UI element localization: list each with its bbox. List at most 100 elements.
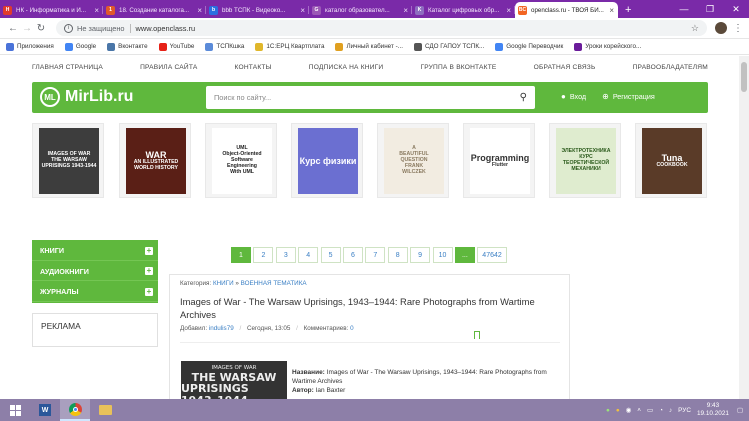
info-icon[interactable]: i [64,23,73,33]
bookmark-item[interactable]: ТСПКшка [205,42,244,51]
maximize-button[interactable]: ❐ [697,4,723,15]
close-window-button[interactable]: ✕ [723,4,749,15]
book-cover-card[interactable]: ЭЛЕКТРОТЕХНИКА КУРС ТЕОРЕТИЧЕСКОЙ МЕХАНИКИ [549,123,621,198]
book-cover-card[interactable]: Курс физики [291,123,363,198]
plus-icon[interactable]: + [145,267,153,275]
bookmark-item[interactable]: Вконтакте [107,42,148,51]
network-icon[interactable]: ◔ [659,407,663,414]
bookmark-item[interactable]: Личный кабинет -... [335,42,403,51]
search-input[interactable]: Поиск по сайту... [214,93,271,102]
side-menu-item[interactable]: АУДИОКНИГИ + [32,262,158,281]
plus-icon[interactable]: + [145,287,153,296]
back-icon[interactable]: ← [6,23,20,34]
browser-tab[interactable]: BC openclass.ru - ТВОЯ БИ... × [515,2,618,18]
top-nav-link[interactable]: ПРАВИЛА САЙТА [140,64,197,71]
volume-icon[interactable]: ♪ [669,407,672,414]
browser-tab[interactable]: 1 18. Создание каталога... × [103,2,206,18]
close-tab-icon[interactable]: × [609,6,614,15]
book-cover-card[interactable]: A BEAUTIFUL QUESTION FRANK WILCZEK [377,123,449,198]
browser-tab[interactable]: Н НК - Информатика и И... × [0,2,103,18]
article-title[interactable]: Images of War - The Warsaw Uprisings, 19… [180,295,560,321]
book-cover-card[interactable]: Programming Flutter [463,123,535,198]
page-link[interactable]: 4 [298,247,319,263]
tray-app-icon[interactable]: ● [606,407,610,414]
page-link[interactable]: ... [454,247,475,263]
taskbar-explorer-icon[interactable] [90,399,120,421]
menu-kebab-icon[interactable]: ⋮ [733,23,743,34]
clock[interactable]: 9:43 19.10.2021 [697,402,729,418]
top-nav-link[interactable]: ГРУППА В ВКОНТАКТЕ [420,64,496,71]
close-tab-icon[interactable]: × [403,6,408,15]
top-nav-link[interactable]: КОНТАКТЫ [235,64,272,71]
chevron-up-icon[interactable]: ˄ [637,407,641,414]
bookmark-item[interactable]: СДО ГАПОУ ТСПК... [413,42,484,51]
page-scrollbar[interactable] [739,56,749,399]
bookmark-item[interactable]: Приложения [6,42,54,51]
page-link[interactable]: 9 [410,247,431,263]
bookmark-item[interactable]: YouTube [158,42,194,51]
notifications-icon[interactable]: ▢ [737,406,743,414]
browser-tab[interactable]: b bbb ТСПК - Видеоко... × [206,2,309,18]
start-button[interactable] [0,404,30,416]
bookmark-icon[interactable] [474,331,480,339]
close-tab-icon[interactable]: × [94,6,99,15]
book-cover-card[interactable]: WAR AN ILLUSTRATED WORLD HISTORY [119,123,191,198]
page-link[interactable]: 1 [231,247,251,263]
site-search[interactable]: Поиск по сайту... ⚲ [206,86,535,109]
close-tab-icon[interactable]: × [300,6,305,15]
language-indicator[interactable]: РУС [678,407,691,414]
tray-app-icon[interactable]: ◉ [626,406,632,414]
page-link[interactable]: 7 [365,247,386,263]
taskbar-chrome-icon[interactable] [60,399,90,421]
article-cover-image[interactable]: IMAGES OF WARTHE WARSAWUPRISINGS 1943–19… [181,361,287,399]
page-link[interactable]: 10 [432,247,453,263]
top-nav-link[interactable]: ПРАВООБЛАДАТЕЛЯМ [633,64,708,71]
bookmark-item[interactable]: Google Переводчик [495,42,563,51]
bookmark-item[interactable]: Google [64,42,96,51]
register-link[interactable]: Регистрация [613,92,655,101]
author-user-link[interactable]: indulis79 [209,325,234,332]
battery-icon[interactable]: ▭ [647,406,653,414]
plus-icon[interactable]: + [145,246,153,255]
top-nav-link[interactable]: ОБРАТНАЯ СВЯЗЬ [534,64,596,71]
page-link[interactable]: 8 [387,247,408,263]
url-text[interactable]: www.openclass.ru [136,24,196,33]
cover-text: AN ILLUSTRATED WORLD HISTORY [133,159,179,172]
forward-icon[interactable]: → [20,23,34,34]
scrollbar-thumb[interactable] [741,62,747,92]
reload-icon[interactable]: ↻ [34,23,48,34]
book-cover-card[interactable]: IMAGES OF WAR THE WARSAW UPRISINGS 1943-19… [32,123,104,198]
side-menu-item[interactable]: КНИГИ + [32,242,158,261]
login-link[interactable]: Вход [570,92,586,101]
comments-count[interactable]: 0 [350,325,354,332]
ad-label: РЕКЛАМА [41,321,81,331]
top-nav-link[interactable]: ГЛАВНАЯ СТРАНИЦА [32,64,103,71]
taskbar-word-icon[interactable]: W [30,399,60,421]
search-icon[interactable]: ⚲ [520,92,527,103]
close-tab-icon[interactable]: × [197,6,202,15]
bookmark-item[interactable]: Уроки корейского... [574,42,641,51]
bookmark-favicon-icon [335,42,344,51]
side-menu-item[interactable]: ЖУРНАЛЫ + [32,283,158,302]
omnibox[interactable]: i Не защищено www.openclass.ru ☆ [56,20,707,36]
page-link[interactable]: 2 [253,247,274,263]
browser-tab[interactable]: K Каталог цифровых обр... × [412,2,515,18]
browser-tab[interactable]: Gкаталог образовател... × [309,2,412,18]
close-tab-icon[interactable]: × [506,6,511,15]
profile-avatar[interactable] [715,22,727,34]
site-logo[interactable]: ML MirLib.ru [40,87,133,107]
new-tab-button[interactable]: + [618,2,638,18]
book-cover-card[interactable]: Tuna COOKBOOK [635,123,707,198]
page-link[interactable]: 3 [275,247,296,263]
page-link[interactable]: 6 [342,247,363,263]
page-link[interactable]: 47642 [477,247,507,263]
book-cover-card[interactable]: UML Object-Oriented Software Engineering Wit… [205,123,277,198]
minimize-button[interactable]: — [671,4,697,14]
page-link[interactable]: 5 [320,247,341,263]
category-link-military[interactable]: ВОЕННАЯ ТЕМАТИКА [241,280,307,287]
tray-app-icon[interactable]: ● [616,407,620,414]
bookmark-item[interactable]: 1С:ЕРЦ Квартплата [255,42,324,51]
category-link-books[interactable]: КНИГИ [213,280,234,287]
bookmark-star-icon[interactable]: ☆ [691,23,699,34]
top-nav-link[interactable]: ПОДПИСКА НА КНИГИ [309,64,384,71]
